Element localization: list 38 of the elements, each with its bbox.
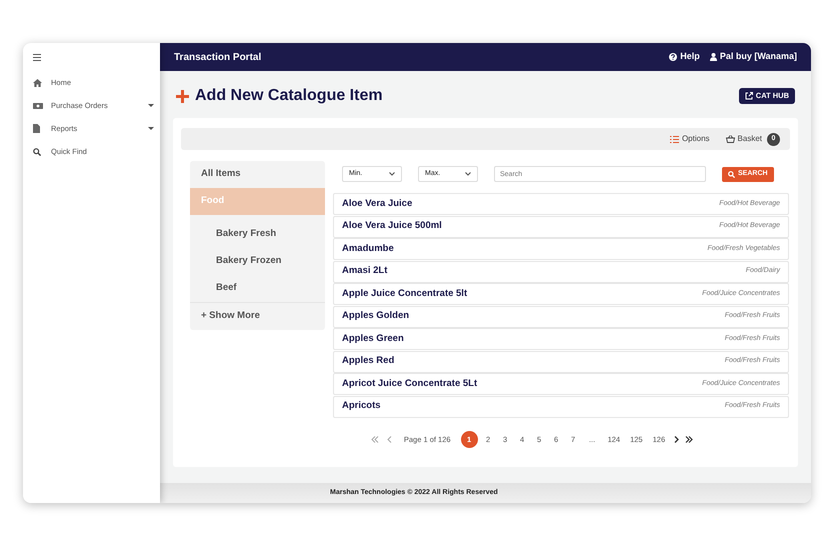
list-icon <box>670 136 679 142</box>
last-page-icon[interactable] <box>685 436 694 443</box>
category-item[interactable]: Beef <box>190 275 325 302</box>
product-name: Apples Red <box>342 354 396 368</box>
external-link-icon <box>744 92 753 100</box>
chevron-down-icon <box>465 172 471 176</box>
chevron-down-icon <box>389 172 395 176</box>
category-item[interactable]: All Items <box>190 161 325 188</box>
plus-icon <box>176 90 189 102</box>
portal-title: Transaction Portal <box>174 50 262 64</box>
product-name: Apricots <box>342 399 382 414</box>
category-item[interactable]: Bakery Fresh <box>190 221 325 248</box>
help-link[interactable]: Help <box>680 50 700 64</box>
product-name: Amadumbe <box>342 242 395 256</box>
home-icon <box>33 78 42 86</box>
search-icon <box>33 148 41 156</box>
caret-down-icon <box>148 104 154 107</box>
user-icon <box>710 53 717 61</box>
user-menu[interactable]: Pal buy [Wanama] <box>720 50 797 64</box>
product-name: Apricot Juice Concentrate 5Lt <box>342 376 478 391</box>
category-item[interactable]: Bakery Frozen <box>190 248 325 275</box>
menu-icon[interactable] <box>33 54 41 60</box>
help-icon <box>669 53 678 61</box>
product-name: Apples Golden <box>342 309 410 324</box>
options-button[interactable]: Options <box>670 133 710 145</box>
product-name: Amasi 2Lt <box>342 264 388 278</box>
caret-down-icon <box>148 127 154 130</box>
page-title: Add New Catalogue Item <box>195 86 383 106</box>
product-name: Aloe Vera Juice <box>342 196 414 211</box>
next-page-icon[interactable] <box>674 436 680 443</box>
banknote-icon <box>33 102 43 108</box>
file-icon <box>33 124 40 133</box>
product-name: Apple Juice Concentrate 5lt <box>342 286 468 301</box>
product-name: Aloe Vera Juice 500ml <box>342 219 443 234</box>
show-more-link[interactable]: + Show More <box>190 302 325 329</box>
basket-icon <box>726 135 735 143</box>
search-icon <box>728 170 735 178</box>
product-name: Apples Green <box>342 332 405 346</box>
